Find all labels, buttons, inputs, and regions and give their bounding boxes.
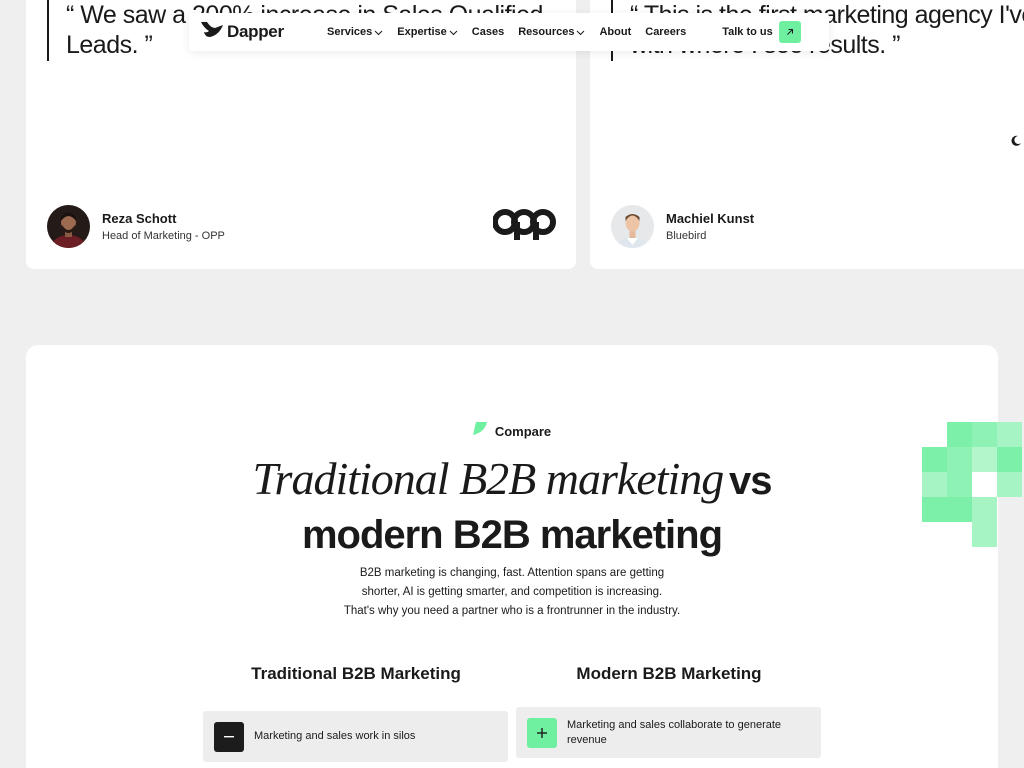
traditional-row: Marketing and sales work in silos bbox=[203, 711, 508, 762]
chevron-down-icon bbox=[374, 30, 383, 35]
avatar bbox=[47, 205, 90, 248]
brand-name: Dapper bbox=[227, 22, 284, 41]
nav-item-resources[interactable]: Resources bbox=[518, 26, 585, 38]
nav-item-label: Resources bbox=[518, 26, 575, 38]
chevron-down-icon bbox=[577, 30, 585, 35]
subtitle-line: shorter, AI is getting smarter, and comp… bbox=[361, 586, 663, 598]
compare-subtitle: B2B marketing is changing, fast. Attenti… bbox=[306, 564, 718, 621]
eyebrow-label: Compare bbox=[494, 423, 552, 439]
nav-item-label: Services bbox=[327, 26, 373, 38]
nav-item-cases[interactable]: Cases bbox=[472, 26, 504, 38]
nav-item-label: Expertise bbox=[397, 26, 447, 38]
author-role: Bluebird bbox=[666, 229, 707, 242]
nav-item-careers[interactable]: Careers bbox=[645, 26, 686, 38]
headline-italic: Traditional B2B marketing bbox=[252, 453, 725, 504]
nav-item-about[interactable]: About bbox=[599, 26, 631, 38]
testimonial-author: Reza Schott Head of Marketing - OPP bbox=[47, 205, 225, 248]
author-role: Head of Marketing - OPP bbox=[102, 229, 225, 242]
compare-eyebrow: Compare bbox=[26, 422, 998, 440]
dapper-bird-icon bbox=[201, 21, 223, 43]
opp-logo bbox=[492, 208, 556, 247]
headline-line2: modern B2B marketing bbox=[301, 513, 723, 557]
author-name: Reza Schott bbox=[102, 210, 177, 226]
testimonial-author: Machiel Kunst Bluebird bbox=[611, 205, 754, 248]
avatar bbox=[611, 205, 654, 248]
chevron-down-icon bbox=[449, 30, 458, 35]
subtitle-line: That's why you need a partner who is a f… bbox=[343, 605, 681, 617]
talk-to-us-label: Talk to us bbox=[722, 26, 773, 38]
nav-item-services[interactable]: Services bbox=[327, 26, 383, 38]
moon-icon bbox=[1010, 134, 1022, 152]
talk-to-us-button[interactable]: Talk to us bbox=[722, 21, 801, 43]
compare-headline: Traditional B2B marketing vs modern B2B … bbox=[26, 455, 998, 565]
modern-column-title: Modern B2B Marketing bbox=[576, 664, 762, 683]
modern-row: Marketing and sales collaborate to gener… bbox=[516, 707, 821, 758]
plus-icon bbox=[527, 717, 557, 748]
row-text: Marketing and sales collaborate to gener… bbox=[567, 718, 782, 746]
compare-section: Compare Traditional B2B marketing vs mod… bbox=[26, 345, 998, 768]
subtitle-line: B2B marketing is changing, fast. Attenti… bbox=[359, 567, 665, 579]
brand-logo[interactable]: Dapper bbox=[201, 21, 327, 43]
arrow-up-right-icon bbox=[778, 21, 801, 43]
main-navigation: Dapper Services Expertise Cases Resource… bbox=[189, 13, 829, 51]
nav-menu: Services Expertise Cases Resources About… bbox=[327, 26, 700, 38]
nav-item-label: About bbox=[599, 26, 632, 38]
minus-icon bbox=[214, 721, 244, 752]
row-text: Marketing and sales work in silos bbox=[254, 730, 416, 742]
decorative-pixel-grid bbox=[922, 422, 1024, 555]
nav-item-label: Careers bbox=[645, 26, 687, 38]
author-name: Machiel Kunst bbox=[666, 210, 755, 226]
leaf-icon bbox=[472, 422, 487, 440]
traditional-column-title: Traditional B2B Marketing bbox=[251, 664, 461, 683]
nav-item-label: Cases bbox=[471, 26, 505, 38]
headline-vs: vs bbox=[728, 459, 772, 503]
nav-item-expertise[interactable]: Expertise bbox=[397, 26, 458, 38]
